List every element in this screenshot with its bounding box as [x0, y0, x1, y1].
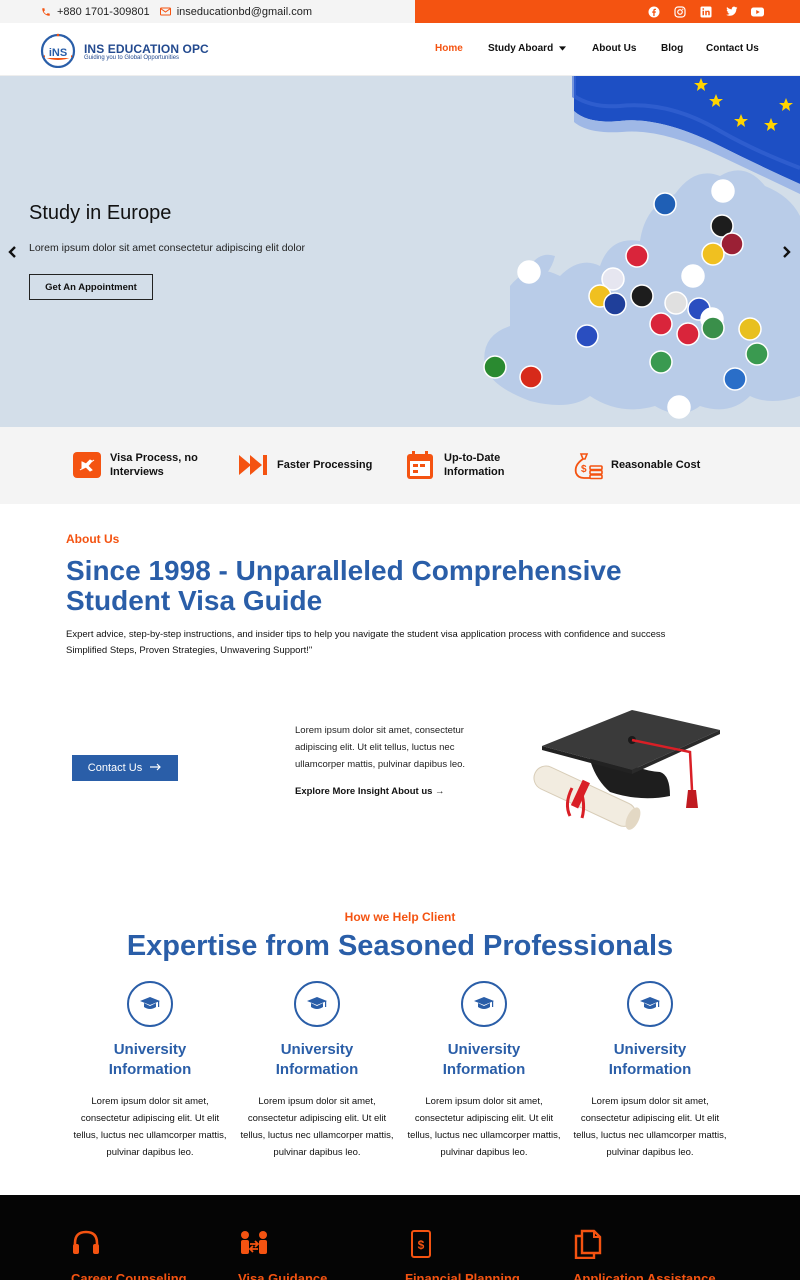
- brand-tagline: Guiding you to Global Opportunities: [84, 55, 180, 61]
- services-band: Career Counseling Visa Guidance $ Financ…: [0, 1195, 800, 1280]
- nav-study-abroad[interactable]: Study Aboard: [488, 43, 567, 54]
- hero-slider: Study in Europe Lorem ipsum dolor sit am…: [0, 76, 800, 427]
- band-label: Visa Guidance: [238, 1271, 328, 1280]
- graduation-cap-icon: [461, 981, 507, 1027]
- email-icon: [159, 7, 171, 16]
- feature-label: Visa Process, no Interviews: [110, 452, 198, 478]
- contact-us-button[interactable]: Contact Us: [72, 755, 178, 781]
- headset-icon: [71, 1229, 101, 1259]
- service-title: University Information: [275, 1041, 359, 1078]
- twitter-icon[interactable]: [725, 5, 738, 18]
- about-description: Expert advice, step-by-step instructions…: [66, 629, 666, 656]
- help-section-title: Expertise from Seasoned Professionals: [126, 930, 674, 962]
- band-label: Financial Planning: [405, 1271, 520, 1280]
- main-navbar: iNS INS EDUCATION OPC Guiding you to Glo…: [0, 23, 800, 76]
- contact-info: +880 1701-309801 inseducationbd@gmail.co…: [41, 0, 312, 23]
- brand-logo-icon[interactable]: iNS: [36, 32, 80, 69]
- service-title: University Information: [608, 1041, 692, 1078]
- nav-blog[interactable]: Blog: [661, 43, 683, 54]
- youtube-icon[interactable]: [751, 5, 764, 18]
- brand-name[interactable]: INS EDUCATION OPC: [84, 42, 209, 56]
- facebook-icon[interactable]: [647, 5, 660, 18]
- money-bag-icon: $: [572, 450, 603, 480]
- caret-down-icon: [559, 46, 567, 51]
- social-bar: [415, 0, 800, 23]
- band-label: Career Counseling: [71, 1271, 187, 1280]
- linkedin-icon[interactable]: [699, 5, 712, 18]
- arrow-right-icon: [150, 762, 162, 774]
- slider-next-arrow-icon[interactable]: [781, 244, 793, 260]
- svg-text:$: $: [581, 464, 587, 475]
- explore-more-link[interactable]: Explore More Insight About us →: [295, 786, 445, 797]
- service-card: University Information Lorem ipsum dolor…: [567, 981, 733, 1161]
- band-label: Application Assistance: [573, 1271, 716, 1280]
- service-card: University Information Lorem ipsum dolor…: [234, 981, 400, 1161]
- phone-icon: [41, 7, 51, 17]
- nav-home[interactable]: Home: [435, 43, 463, 54]
- nav-contact[interactable]: Contact Us: [706, 43, 759, 54]
- service-text: Lorem ipsum dolor sit amet, consectetur …: [407, 1096, 561, 1158]
- about-title: Since 1998 - Unparalleled Comprehensive …: [66, 555, 622, 616]
- people-exchange-icon: [238, 1229, 268, 1259]
- hero-title: Study in Europe: [29, 202, 172, 224]
- dollar-document-icon: $: [409, 1229, 439, 1259]
- service-text: Lorem ipsum dolor sit amet, consectetur …: [73, 1096, 227, 1158]
- features-strip: Visa Process, no Interviews Faster Proces…: [0, 427, 800, 504]
- logo-letters: iNS: [49, 47, 67, 59]
- instagram-icon[interactable]: [673, 5, 686, 18]
- help-section-label: How we Help Client: [344, 910, 456, 924]
- slider-prev-arrow-icon[interactable]: [6, 244, 18, 260]
- europe-map-image: [483, 76, 800, 419]
- hero-subtitle: Lorem ipsum dolor sit amet consectetur a…: [29, 242, 306, 254]
- service-title: University Information: [108, 1041, 192, 1078]
- service-card: University Information Lorem ipsum dolor…: [401, 981, 567, 1161]
- phone-number[interactable]: +880 1701-309801: [57, 6, 150, 18]
- graduation-cap-image: [520, 700, 730, 840]
- documents-copy-icon: [574, 1229, 604, 1260]
- graduation-cap-icon: [627, 981, 673, 1027]
- fast-forward-icon: [238, 450, 268, 480]
- service-title: University Information: [442, 1041, 526, 1078]
- get-appointment-button[interactable]: Get An Appointment: [29, 274, 153, 300]
- service-card: University Information Lorem ipsum dolor…: [67, 981, 233, 1161]
- graduation-cap-icon: [127, 981, 173, 1027]
- nav-study-abroad-label: Study Aboard: [488, 43, 554, 54]
- service-text: Lorem ipsum dolor sit amet, consectetur …: [573, 1096, 727, 1158]
- about-section-label: About Us: [66, 532, 120, 546]
- feature-label: Faster Processing: [277, 459, 373, 471]
- calendar-icon: [406, 450, 436, 480]
- feature-label: Up-to-Date Information: [444, 452, 505, 478]
- feature-label: Reasonable Cost: [611, 459, 701, 471]
- top-bar: +880 1701-309801 inseducationbd@gmail.co…: [0, 0, 800, 23]
- email-address[interactable]: inseducationbd@gmail.com: [177, 6, 312, 18]
- graduation-cap-icon: [294, 981, 340, 1027]
- svg-text:$: $: [418, 1238, 425, 1252]
- service-text: Lorem ipsum dolor sit amet, consectetur …: [240, 1096, 394, 1158]
- no-plane-icon: [72, 450, 102, 480]
- about-paragraph: Lorem ipsum dolor sit amet, consectetur …: [295, 725, 466, 770]
- nav-about[interactable]: About Us: [592, 43, 636, 54]
